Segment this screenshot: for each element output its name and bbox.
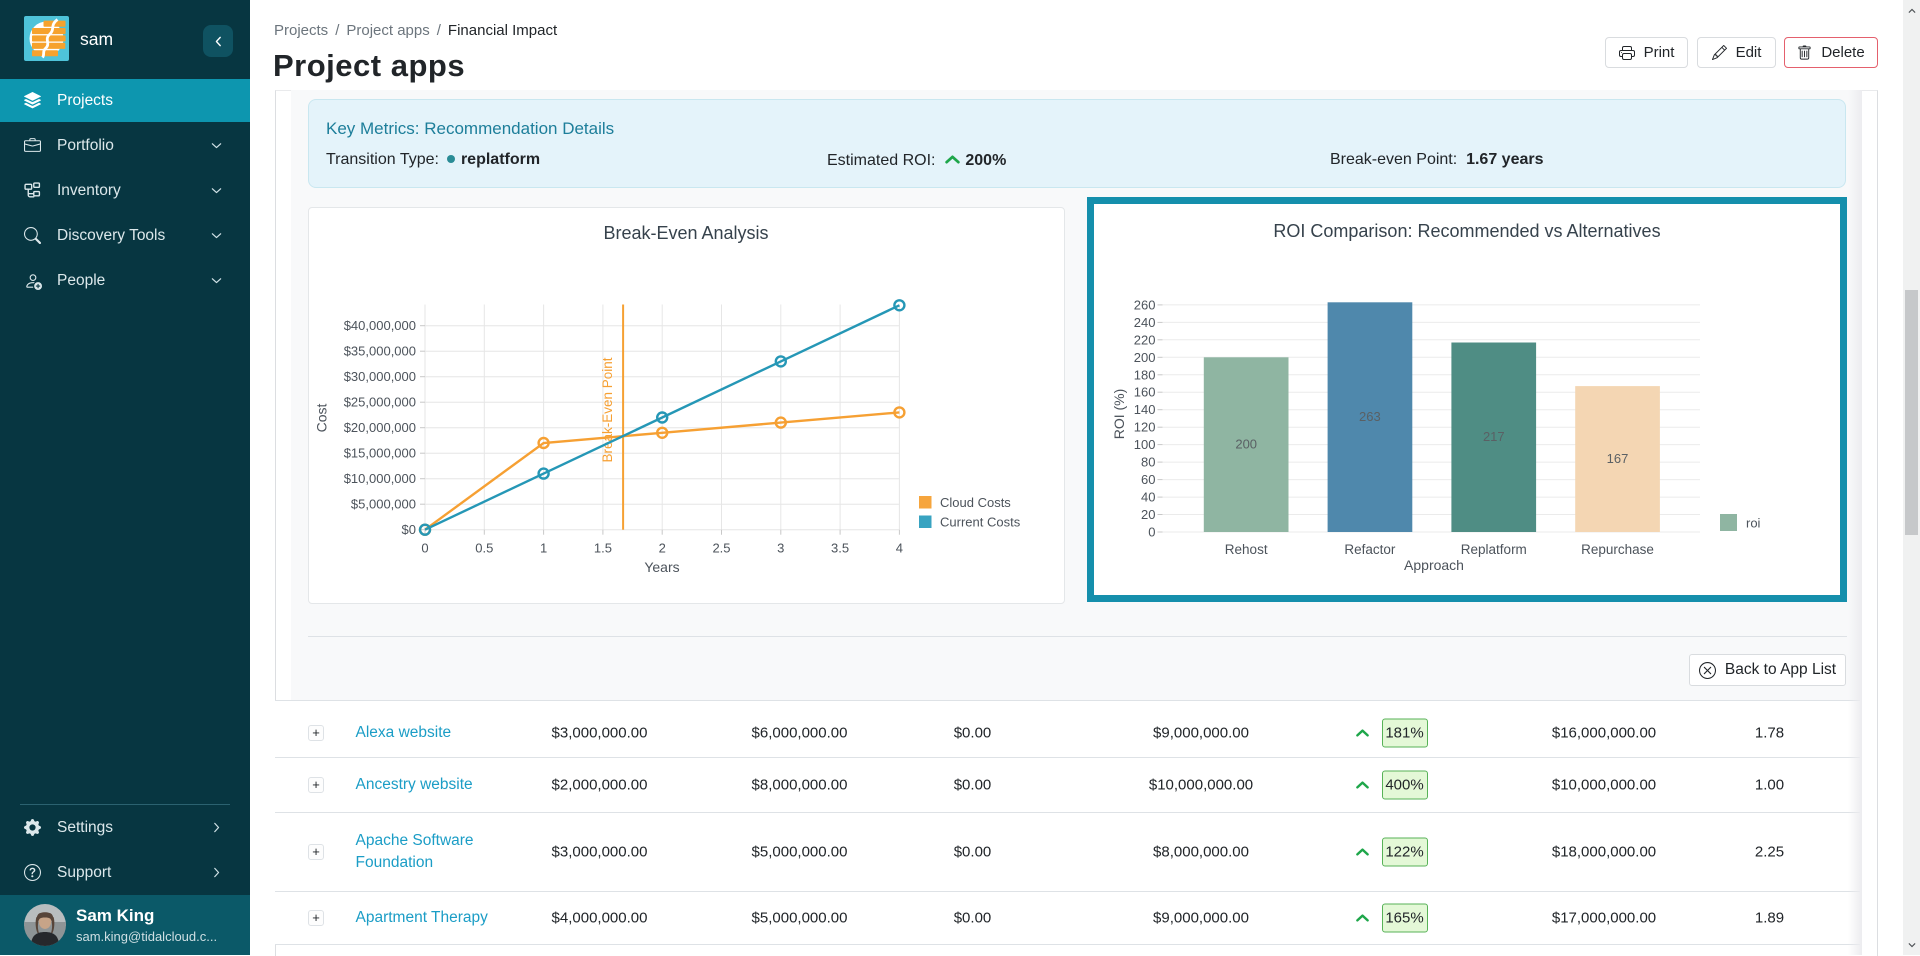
svg-text:$10,000,000: $10,000,000	[344, 471, 416, 486]
svg-text:263: 263	[1359, 409, 1381, 424]
svg-text:$35,000,000: $35,000,000	[344, 344, 416, 359]
svg-text:217: 217	[1483, 429, 1505, 444]
svg-text:ROI Comparison: Recommended vs: ROI Comparison: Recommended vs Alternati…	[1273, 221, 1660, 241]
svg-text:0: 0	[421, 541, 428, 556]
svg-text:167: 167	[1607, 451, 1629, 466]
svg-text:240: 240	[1134, 315, 1156, 330]
svg-text:2.5: 2.5	[712, 541, 730, 556]
svg-text:ROI (%): ROI (%)	[1111, 389, 1127, 440]
svg-text:3: 3	[777, 541, 784, 556]
svg-text:200: 200	[1134, 350, 1156, 365]
svg-text:20: 20	[1141, 507, 1155, 522]
svg-text:1.5: 1.5	[594, 541, 612, 556]
svg-text:Repurchase: Repurchase	[1581, 542, 1654, 557]
svg-text:2: 2	[659, 541, 666, 556]
svg-text:roi: roi	[1746, 516, 1761, 531]
svg-text:220: 220	[1134, 332, 1156, 347]
svg-text:40: 40	[1141, 490, 1155, 505]
svg-text:Rehost: Rehost	[1225, 542, 1268, 557]
svg-text:$25,000,000: $25,000,000	[344, 395, 416, 410]
svg-text:$5,000,000: $5,000,000	[351, 497, 416, 512]
svg-text:Cost: Cost	[314, 404, 330, 433]
svg-text:Refactor: Refactor	[1344, 542, 1396, 557]
svg-text:3.5: 3.5	[831, 541, 849, 556]
svg-text:4: 4	[896, 541, 903, 556]
svg-text:Current Costs: Current Costs	[940, 515, 1021, 530]
svg-text:$15,000,000: $15,000,000	[344, 446, 416, 461]
svg-text:0: 0	[1148, 525, 1155, 540]
svg-text:200: 200	[1235, 437, 1257, 452]
svg-text:180: 180	[1134, 367, 1156, 382]
svg-text:$0: $0	[402, 522, 416, 537]
svg-text:0.5: 0.5	[475, 541, 493, 556]
svg-text:80: 80	[1141, 455, 1155, 470]
svg-text:160: 160	[1134, 385, 1156, 400]
svg-text:Replatform: Replatform	[1461, 542, 1527, 557]
svg-text:60: 60	[1141, 472, 1155, 487]
svg-text:Approach: Approach	[1404, 557, 1464, 573]
svg-text:$20,000,000: $20,000,000	[344, 420, 416, 435]
svg-text:100: 100	[1134, 437, 1156, 452]
svg-text:Break-Even Analysis: Break-Even Analysis	[603, 223, 768, 243]
svg-text:140: 140	[1134, 402, 1156, 417]
svg-text:Cloud Costs: Cloud Costs	[940, 495, 1011, 510]
svg-text:1: 1	[540, 541, 547, 556]
svg-text:Years: Years	[644, 559, 679, 575]
svg-text:$40,000,000: $40,000,000	[344, 318, 416, 333]
svg-text:260: 260	[1134, 297, 1156, 312]
svg-text:120: 120	[1134, 420, 1156, 435]
svg-text:$30,000,000: $30,000,000	[344, 369, 416, 384]
